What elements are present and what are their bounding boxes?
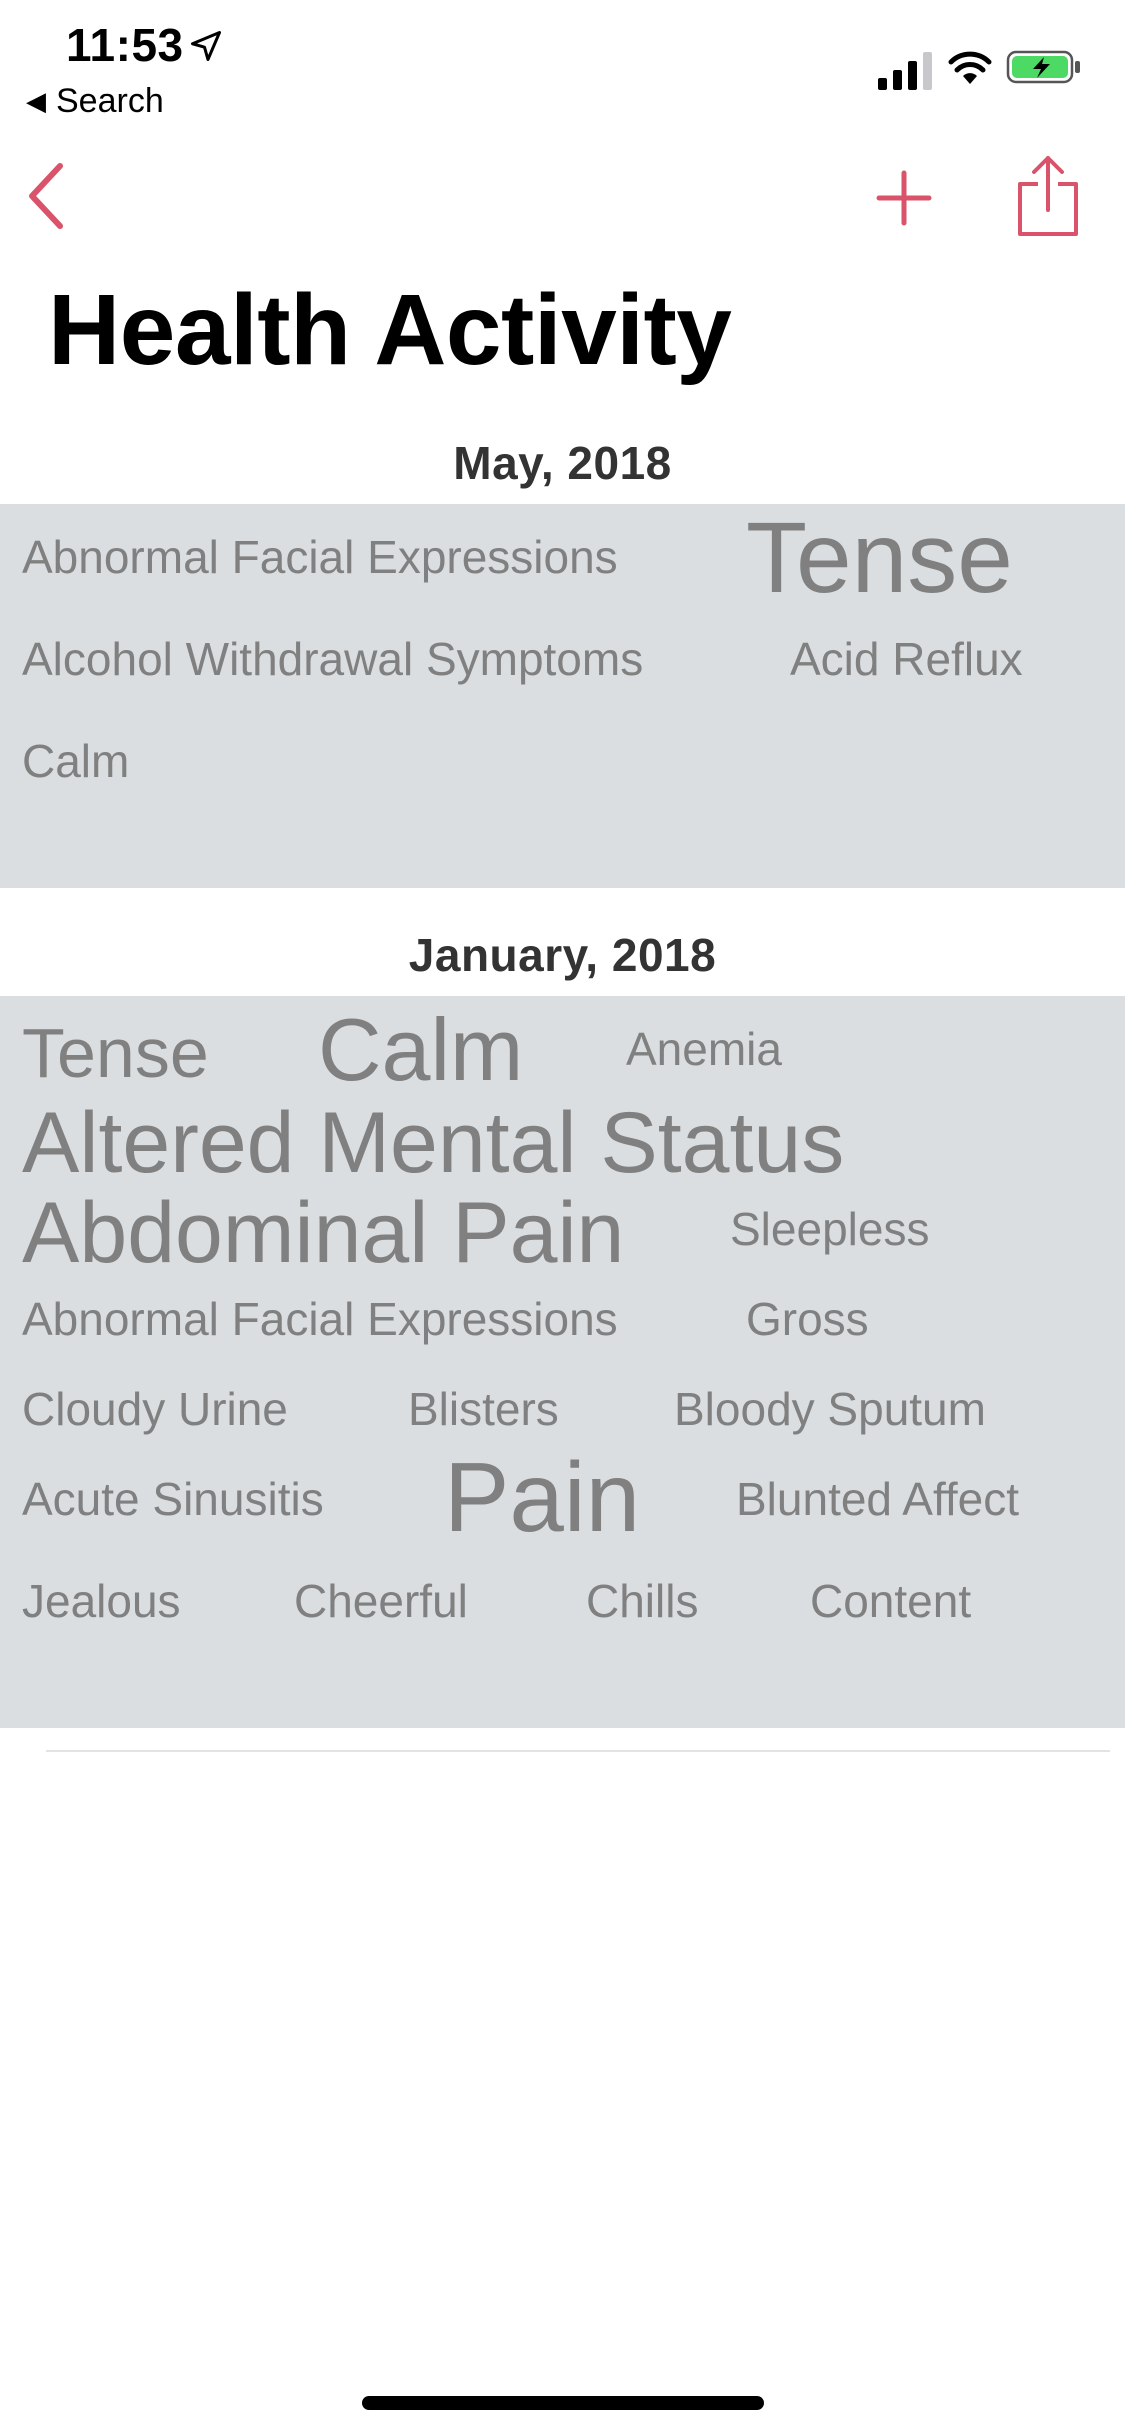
- word-cloud-may-2018: Abnormal Facial Expressions Tense Alcoho…: [0, 504, 1125, 888]
- cloud-word[interactable]: Abnormal Facial Expressions: [22, 1296, 618, 1342]
- cloud-word[interactable]: Abdominal Pain: [22, 1190, 624, 1276]
- cloud-word[interactable]: Anemia: [626, 1026, 782, 1072]
- cloud-word[interactable]: Tense: [22, 1018, 209, 1088]
- cellular-signal-icon: [878, 52, 932, 90]
- cloud-word[interactable]: Blisters: [408, 1386, 559, 1432]
- location-arrow-icon: [191, 31, 221, 61]
- cloud-word[interactable]: Acid Reflux: [790, 636, 1023, 682]
- cloud-word[interactable]: Chills: [586, 1578, 698, 1624]
- section-header-may-2018: May, 2018: [453, 437, 672, 489]
- add-plus-icon[interactable]: [876, 170, 932, 226]
- cloud-word[interactable]: Altered Mental Status: [22, 1100, 844, 1186]
- back-triangle-icon: ◀: [26, 86, 46, 116]
- cloud-word[interactable]: Jealous: [22, 1578, 181, 1624]
- table-separator: [46, 1750, 1110, 1752]
- cloud-word[interactable]: Cloudy Urine: [22, 1386, 288, 1432]
- cloud-word[interactable]: Content: [810, 1578, 971, 1624]
- cloud-word[interactable]: Calm: [318, 1006, 523, 1094]
- page-title: Health Activity: [48, 274, 732, 386]
- cloud-word[interactable]: Sleepless: [730, 1206, 929, 1252]
- back-to-app-button[interactable]: ◀ Search: [26, 82, 164, 121]
- section-header-january-2018: January, 2018: [408, 929, 717, 981]
- cloud-word[interactable]: Alcohol Withdrawal Symptoms: [22, 636, 643, 682]
- cloud-word[interactable]: Cheerful: [294, 1578, 468, 1624]
- back-to-app-label: Search: [56, 82, 164, 120]
- status-time: 11:53: [66, 19, 184, 71]
- home-indicator[interactable]: [362, 2396, 764, 2410]
- cloud-word[interactable]: Pain: [444, 1448, 640, 1546]
- word-cloud-january-2018: Tense Calm Anemia Altered Mental Status …: [0, 996, 1125, 1728]
- cloud-word[interactable]: Acute Sinusitis: [22, 1476, 324, 1522]
- share-icon[interactable]: [1016, 154, 1080, 238]
- cloud-word[interactable]: Calm: [22, 738, 129, 784]
- cloud-word[interactable]: Gross: [746, 1296, 869, 1342]
- cloud-word[interactable]: Blunted Affect: [736, 1476, 1019, 1522]
- cloud-word[interactable]: Bloody Sputum: [674, 1386, 986, 1432]
- back-chevron-icon[interactable]: [20, 160, 70, 232]
- wifi-icon: [948, 51, 992, 84]
- cloud-word[interactable]: Abnormal Facial Expressions: [22, 534, 618, 580]
- cloud-word[interactable]: Tense: [746, 508, 1013, 608]
- battery-charging-icon: [1006, 50, 1080, 84]
